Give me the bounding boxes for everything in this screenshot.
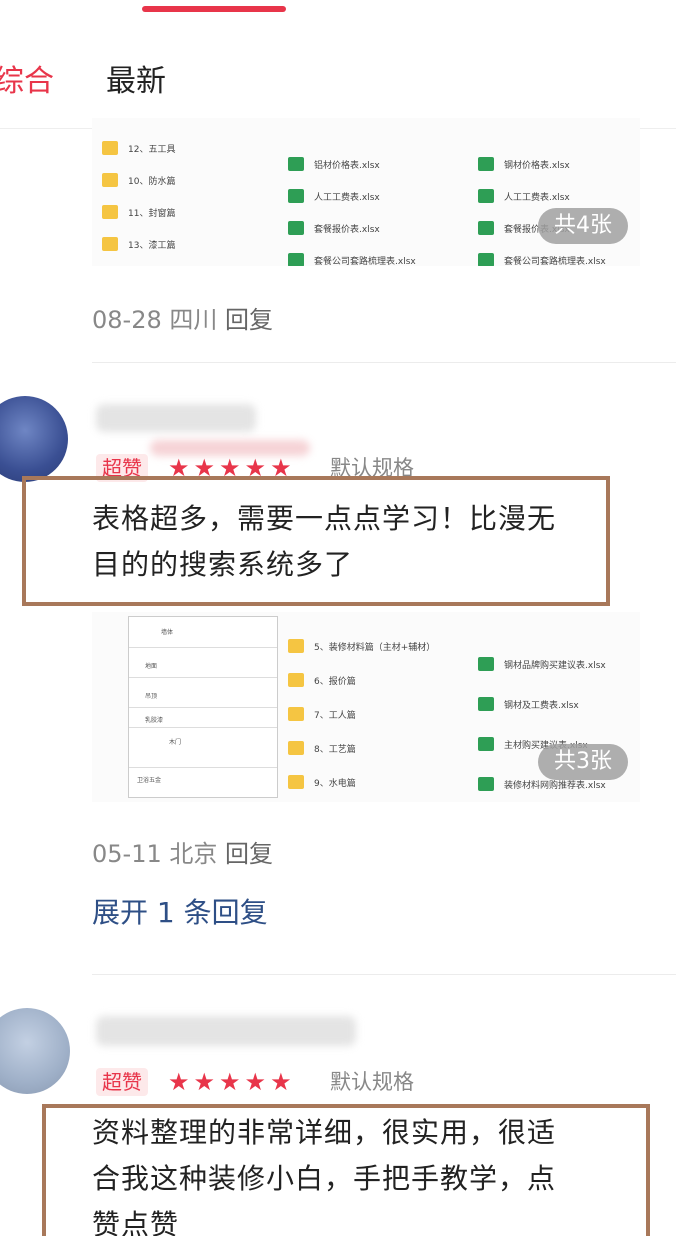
review-divider xyxy=(92,974,676,975)
excel-file-icon xyxy=(478,777,494,791)
review-meta: 08-28 四川 回复 xyxy=(92,304,273,336)
review-divider xyxy=(92,362,676,363)
excel-file-icon xyxy=(478,253,494,266)
folder-item: 8、工艺篇 xyxy=(288,732,356,764)
file-item: 套餐公司套路梳理表.xlsx xyxy=(288,244,416,266)
folder-icon xyxy=(288,639,304,653)
excel-file-icon xyxy=(288,221,304,235)
comment-line: 赞点赞 xyxy=(92,1208,180,1236)
file-item: 人工工费表.xlsx xyxy=(288,180,380,212)
rating-stars: ★ ★ ★ ★ ★ xyxy=(168,1068,292,1096)
folder-icon xyxy=(288,775,304,789)
file-item: 钢材价格表.xlsx xyxy=(478,148,570,180)
file-item: 套餐报价表.xlsx xyxy=(288,212,380,244)
file-item: 钢材及工费表.xlsx xyxy=(478,688,579,720)
avatar[interactable] xyxy=(0,1008,70,1094)
folder-icon xyxy=(102,141,118,155)
expand-replies-link[interactable]: 展开 1 条回复 xyxy=(92,893,268,933)
excel-file-icon xyxy=(478,697,494,711)
rating-tag: 超赞 xyxy=(96,1068,148,1096)
image-count-badge[interactable]: 共4张 xyxy=(538,208,628,244)
comment-line: 表格超多，需要一点点学习！比漫无 xyxy=(92,502,557,535)
excel-file-icon xyxy=(478,737,494,751)
tab-comprehensive[interactable]: 综合 xyxy=(0,62,54,102)
comment-line: 合我这种装修小白，手把手教学，点 xyxy=(92,1162,557,1195)
folder-item: 13、漆工篇 xyxy=(102,228,175,260)
folder-item: 12、五工具 xyxy=(102,132,175,164)
folder-icon xyxy=(102,173,118,187)
excel-file-icon xyxy=(478,189,494,203)
tab-latest[interactable]: 最新 xyxy=(106,62,166,102)
review-date: 05-11 xyxy=(92,840,162,868)
folder-item: 6、报价篇 xyxy=(288,664,356,696)
folder-icon xyxy=(102,237,118,251)
folder-icon xyxy=(288,741,304,755)
excel-file-icon xyxy=(288,157,304,171)
file-item: 钢材品牌购买建议表.xlsx xyxy=(478,648,606,680)
avatar[interactable] xyxy=(0,396,68,482)
comment-line: 目的的搜索系统多了 xyxy=(92,548,354,581)
folder-icon xyxy=(102,205,118,219)
username-blurred xyxy=(96,404,256,432)
review-date: 08-28 xyxy=(92,306,162,334)
reply-button[interactable]: 回复 xyxy=(225,306,273,334)
excel-file-icon xyxy=(478,657,494,671)
star-icon: ★ xyxy=(193,1068,216,1096)
reply-button[interactable]: 回复 xyxy=(225,840,273,868)
comment-line: 资料整理的非常详细，很实用，很适 xyxy=(92,1116,557,1149)
excel-file-icon xyxy=(478,157,494,171)
file-item: 铝材价格表.xlsx xyxy=(288,148,380,180)
star-icon: ★ xyxy=(270,1068,292,1096)
star-icon: ★ xyxy=(168,1068,190,1096)
folder-icon xyxy=(288,707,304,721)
active-tab-indicator xyxy=(142,6,286,12)
review-region: 四川 xyxy=(169,306,218,334)
excel-file-icon xyxy=(288,189,304,203)
spreadsheet-thumbnail: 墙体 地面 吊顶 乳胶漆 卫浴五金 木门 xyxy=(128,616,278,798)
folder-item: 9、水电篇 xyxy=(288,766,356,798)
folder-item: 5、装修材料篇（主材+辅材） xyxy=(288,630,435,662)
file-item: 套餐公司套路梳理表.xlsx xyxy=(478,244,606,266)
folder-item: 10、防水篇 xyxy=(102,164,175,196)
excel-file-icon xyxy=(478,221,494,235)
review-region: 北京 xyxy=(169,840,218,868)
folder-icon xyxy=(288,673,304,687)
folder-item: 11、封窗篇 xyxy=(102,196,175,228)
folder-item: 7、工人篇 xyxy=(288,698,356,730)
review-meta: 05-11 北京 回复 xyxy=(92,838,273,870)
product-spec: 默认规格 xyxy=(330,1070,414,1094)
comment-text: 资料整理的非常详细，很实用，很适 合我这种装修小白，手把手教学，点 赞点赞 xyxy=(92,1110,632,1236)
excel-file-icon xyxy=(288,253,304,266)
comment-text: 表格超多，需要一点点学习！比漫无 目的的搜索系统多了 xyxy=(92,496,612,588)
username-blurred xyxy=(96,1016,356,1046)
image-count-badge[interactable]: 共3张 xyxy=(538,744,628,780)
star-icon: ★ xyxy=(219,1068,241,1096)
star-icon: ★ xyxy=(244,1068,267,1096)
